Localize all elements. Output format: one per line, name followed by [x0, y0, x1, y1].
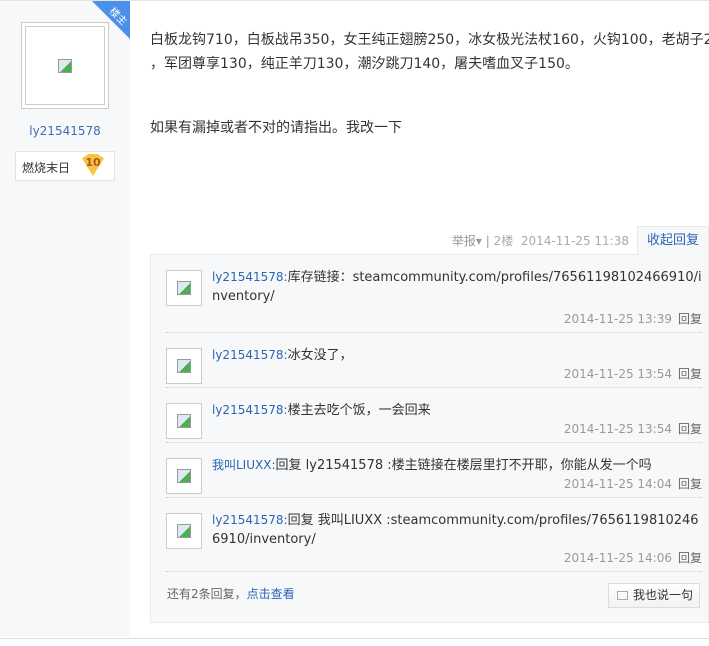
broken-image-icon	[58, 58, 72, 73]
post-content: 白板龙钩710，白板战吊350，女王纯正翅膀250，冰女极光法杖160，火钩10…	[150, 28, 709, 140]
broken-image-icon	[177, 414, 191, 428]
reply-avatar[interactable]	[166, 348, 202, 384]
post-line: 如果有漏掉或者不对的请指出。我改一下	[150, 120, 402, 136]
broken-image-icon	[177, 281, 191, 295]
more-replies: 还有2条回复，点击查看	[167, 585, 295, 602]
floor-number: 2楼	[493, 234, 514, 248]
reply-avatar[interactable]	[166, 458, 202, 494]
reply-item: ly21541578:库存链接：steamcommunity.com/profi…	[166, 255, 702, 333]
post-line: ，军团尊享130，纯正羊刀130，潮汐跳刀140，屠夫嗜血叉子150。	[150, 56, 579, 72]
author-avatar[interactable]	[21, 22, 109, 109]
separator: |	[485, 234, 490, 248]
broken-image-icon	[177, 359, 191, 373]
reply-button[interactable]: 回复	[678, 551, 702, 565]
reply-time: 2014-11-25 13:39	[563, 312, 672, 326]
reply-item: 我叫LIUXX:回复 ly21541578 :楼主链接在楼层里打不开耶，你能从发…	[166, 443, 702, 498]
reply-text: 冰女没了，	[287, 348, 353, 363]
post-line: 白板龙钩710，白板战吊350，女王纯正翅膀250，冰女极光法杖160，火钩10…	[150, 32, 709, 48]
reply-panel: ly21541578:库存链接：steamcommunity.com/profi…	[150, 254, 709, 623]
reply-user[interactable]: ly21541578:	[212, 270, 288, 284]
report-button[interactable]: 举报▾	[452, 234, 482, 248]
reply-avatar[interactable]	[166, 270, 202, 306]
reply-time: 2014-11-25 14:04	[563, 477, 672, 491]
reply-user[interactable]: ly21541578:	[212, 348, 288, 362]
add-reply-button[interactable]: 我也说一句	[608, 583, 700, 608]
reply-text: 楼主去吃个饭，一会回来	[287, 403, 431, 418]
reply-time: 2014-11-25 14:06	[563, 551, 672, 565]
reply-user[interactable]: 我叫LIUXX:	[212, 458, 276, 472]
more-replies-text: 还有2条回复，	[167, 587, 247, 601]
reply-avatar[interactable]	[166, 513, 202, 549]
reply-item: ly21541578:楼主去吃个饭，一会回来 2014-11-25 13:54 回…	[166, 388, 702, 443]
reply-item: ly21541578:回复 我叫LIUXX :steamcommunity.co…	[166, 498, 702, 572]
view-more-link[interactable]: 点击查看	[247, 587, 295, 601]
author-name[interactable]: ly21541578	[0, 124, 130, 138]
reply-button[interactable]: 回复	[678, 477, 702, 491]
reply-button[interactable]: 回复	[678, 422, 702, 436]
rank-title: 燃烧末日	[22, 161, 71, 175]
reply-time: 2014-11-25 13:54	[563, 422, 672, 436]
broken-image-icon	[177, 524, 191, 538]
forum-rank-badge[interactable]: 燃烧末日 10	[15, 151, 115, 181]
post-meta: 举报▾ | 2楼 2014-11-25 11:38	[452, 232, 629, 249]
reply-user[interactable]: ly21541578:	[212, 513, 288, 527]
level-icon: 10	[82, 154, 104, 176]
comment-icon	[617, 591, 628, 600]
reply-time: 2014-11-25 13:54	[563, 367, 672, 381]
add-reply-label: 我也说一句	[633, 588, 694, 602]
reply-avatar[interactable]	[166, 403, 202, 439]
post-time: 2014-11-25 11:38	[520, 234, 629, 248]
bottom-divider	[0, 638, 709, 639]
collapse-replies-button[interactable]: 收起回复	[637, 226, 709, 255]
reply-button[interactable]: 回复	[678, 312, 702, 326]
reply-item: ly21541578:冰女没了， 2014-11-25 13:54 回复	[166, 333, 702, 388]
reply-user[interactable]: ly21541578:	[212, 403, 288, 417]
reply-button[interactable]: 回复	[678, 367, 702, 381]
reply-text: 回复 ly21541578 :楼主链接在楼层里打不开耶，你能从发一个吗	[275, 458, 652, 473]
broken-image-icon	[177, 469, 191, 483]
